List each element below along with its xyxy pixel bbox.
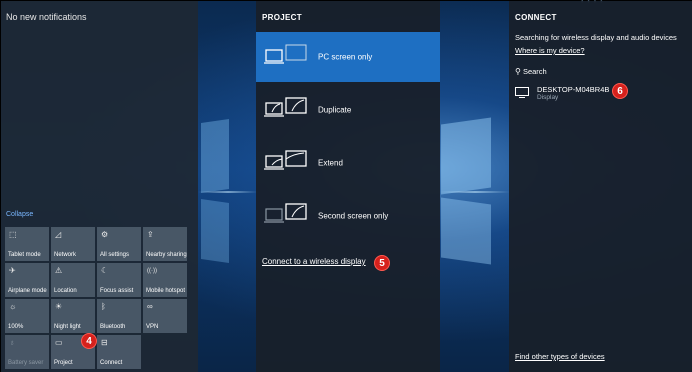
sun-icon: ☀ [55,302,63,311]
second-screen-only-icon [264,203,307,223]
connect-title: CONNECT [515,13,557,22]
location-icon: ⚠ [55,266,63,275]
connect-pane: CONNECT Searching for wireless display a… [509,1,692,372]
tile-label: 100% [8,324,24,330]
tile-label: Network [54,252,77,258]
tile-nearby-sharing[interactable]: ⇪ Nearby sharing [143,227,187,261]
tablet-mode-icon: ⬚ [9,230,17,239]
airplane-icon: ✈ [9,266,16,275]
search-button[interactable]: ⚲ Search [515,67,547,76]
tile-label: Tablet mode [8,252,41,258]
tile-tablet-mode[interactable]: ⬚ Tablet mode [5,227,49,261]
tile-connect[interactable]: ⊟ Connect [97,335,141,369]
tile-brightness[interactable]: ☼ 100% [5,299,49,333]
vpn-icon: ∞ [147,302,153,311]
battery-saver-icon: ♁ [9,338,15,347]
option-second-screen-only[interactable]: Second screen only [256,191,440,241]
tile-all-settings[interactable]: ⚙ All settings [97,227,141,261]
bluetooth-icon: ᛒ [101,302,106,311]
device-name: DESKTOP-M04BR4B [537,85,610,94]
moon-icon: ☾ [101,266,109,275]
option-label: Second screen only [318,211,389,221]
duplicate-icon [264,97,307,117]
network-icon: ◿ [55,230,62,239]
tile-night-light[interactable]: ☀ Night light [51,299,95,333]
project-icon: ▭ [55,338,63,347]
searching-text: Searching for wireless display and audio… [515,33,677,42]
tile-label: Nearby sharing [146,252,187,258]
quick-actions-grid: ⬚ Tablet mode ◿ Network ⚙ All settings ⇪… [5,227,187,369]
tile-airplane-mode[interactable]: ✈ Airplane mode [5,263,49,297]
option-extend[interactable]: Extend [256,138,440,188]
option-label: Extend [318,158,343,168]
monitor-icon [515,87,529,98]
tile-bluetooth[interactable]: ᛒ Bluetooth [97,299,141,333]
share-icon: ⇪ [147,230,154,239]
project-title: PROJECT [262,13,302,22]
collapse-link[interactable]: Collapse [6,211,33,218]
project-pane: PROJECT PC screen only Duplicate Extend [256,1,440,372]
gear-icon: ⚙ [101,230,109,239]
tile-vpn[interactable]: ∞ VPN [143,299,187,333]
pc-screen-only-icon [264,44,307,64]
connect-icon: ⊟ [101,338,108,347]
tile-label: Bluetooth [100,324,126,330]
tile-mobile-hotspot[interactable]: ((·)) Mobile hotspot [143,263,187,297]
tile-label: Location [54,288,77,294]
search-label: Search [522,67,547,76]
tile-location[interactable]: ⚠ Location [51,263,95,297]
tile-label: Connect [100,360,123,366]
callout-badge-6: 6 [612,83,628,99]
tile-label: Mobile hotspot [146,288,186,294]
find-other-devices-link[interactable]: Find other types of devices [515,352,605,361]
extend-icon [264,150,307,170]
option-duplicate[interactable]: Duplicate [256,85,440,135]
where-is-my-device-link[interactable]: Where is my device? [515,46,585,55]
hotspot-icon: ((·)) [147,268,157,274]
device-type: Display [537,94,559,101]
tile-label: VPN [146,324,159,330]
tile-label: Focus assist [100,288,134,294]
no-notifications-text: No new notifications [6,12,87,22]
tile-label: Battery saver [8,360,44,366]
connect-wireless-display-link[interactable]: Connect to a wireless display [262,257,366,266]
option-label: Duplicate [318,105,352,115]
tile-label: All settings [100,252,130,258]
tile-battery-saver[interactable]: ♁ Battery saver [5,335,49,369]
option-label: PC screen only [318,52,373,62]
search-icon: ⚲ [515,67,521,76]
brightness-icon: ☼ [9,302,17,311]
tile-label: Night light [54,324,81,330]
tile-label: Project [54,360,73,366]
tile-label: Airplane mode [8,288,47,294]
tile-network[interactable]: ◿ Network [51,227,95,261]
action-center: No new notifications Collapse ⬚ Tablet m… [1,1,198,372]
device-item[interactable]: DESKTOP-M04BR4B Display [515,85,665,103]
callout-badge-5: 5 [374,255,390,271]
callout-badge-4: 4 [81,333,97,349]
tile-focus-assist[interactable]: ☾ Focus assist [97,263,141,297]
option-pc-screen-only[interactable]: PC screen only [256,32,440,82]
